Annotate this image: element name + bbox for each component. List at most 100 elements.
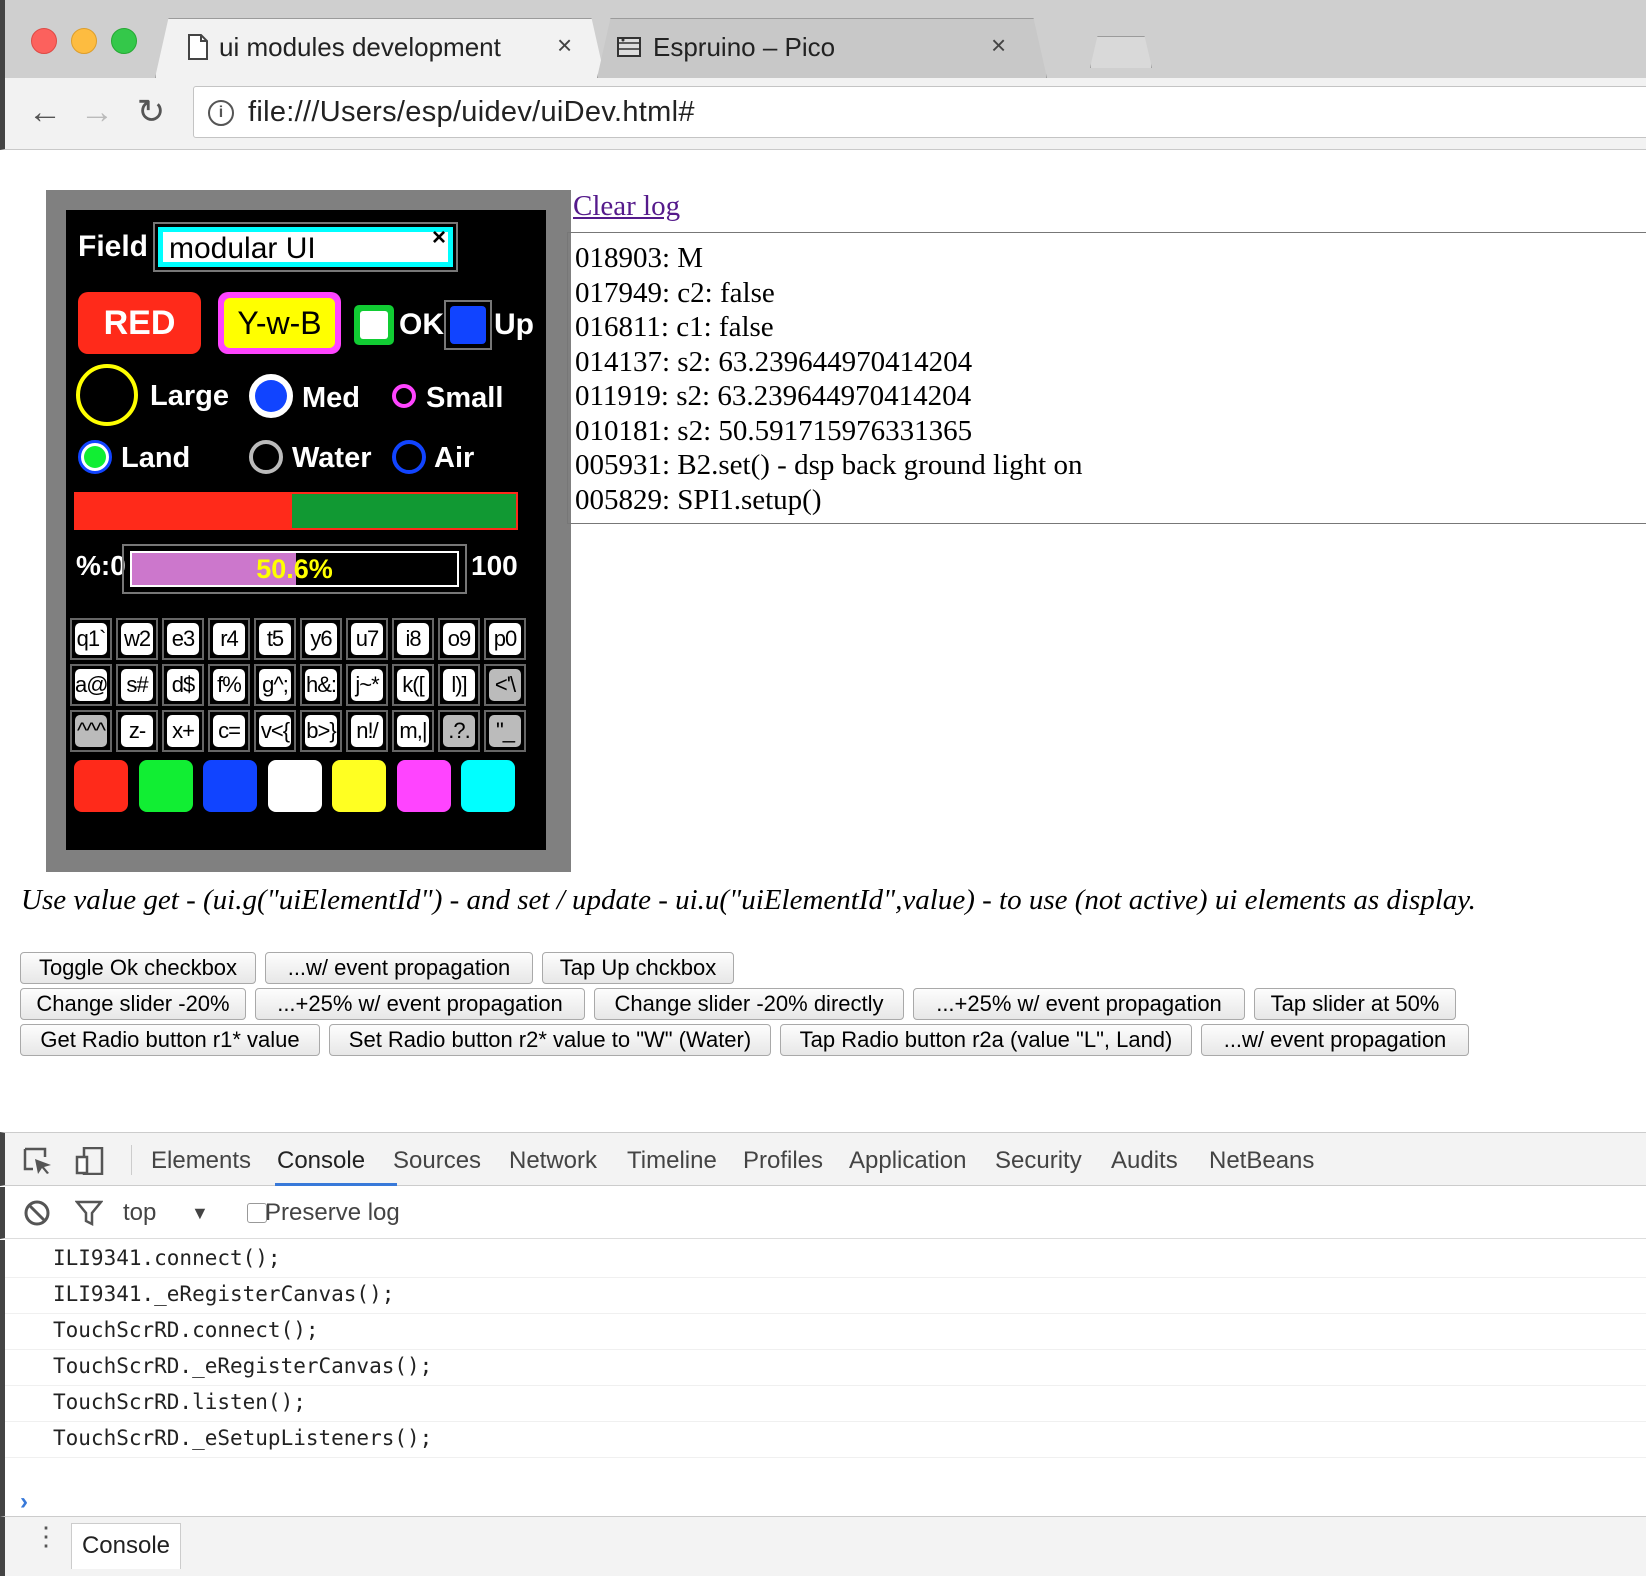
radio-small[interactable]	[392, 384, 416, 408]
up-checkbox[interactable]	[444, 300, 492, 350]
action-button[interactable]: ...w/ event propagation	[265, 952, 533, 984]
context-selector[interactable]: top	[123, 1199, 156, 1227]
address-bar[interactable]: i file:///Users/esp/uidev/uiDev.html#	[193, 86, 1646, 138]
url-text[interactable]: file:///Users/esp/uidev/uiDev.html#	[248, 96, 695, 129]
reload-icon[interactable]: ↻	[129, 90, 173, 134]
key[interactable]: y6	[300, 618, 342, 660]
ok-checkbox[interactable]	[354, 305, 394, 345]
slider[interactable]	[74, 492, 518, 530]
radio-med[interactable]	[249, 374, 293, 418]
color-swatch[interactable]	[332, 760, 386, 812]
tab-close-icon[interactable]: ×	[991, 30, 1006, 61]
key[interactable]: s#	[116, 664, 158, 706]
key[interactable]: o9	[438, 618, 480, 660]
red-button[interactable]: RED	[78, 292, 201, 354]
devtools-tab-sources[interactable]: Sources	[393, 1147, 481, 1175]
action-button[interactable]: Get Radio button r1* value	[20, 1024, 320, 1056]
key[interactable]: k([	[392, 664, 434, 706]
chevron-down-icon[interactable]: ▼	[191, 1203, 209, 1224]
key[interactable]: <'\	[484, 664, 526, 706]
new-tab-button[interactable]	[1090, 36, 1152, 68]
browser-tab-espruino[interactable]: Espruino – Pico ×	[597, 18, 1047, 78]
key[interactable]: ^^^	[70, 710, 112, 752]
devtools-tab-audits[interactable]: Audits	[1111, 1147, 1178, 1175]
action-button[interactable]: Toggle Ok checkbox	[20, 952, 256, 984]
maximize-window-button[interactable]	[111, 28, 137, 54]
key[interactable]: p0	[484, 618, 526, 660]
key[interactable]: a@	[70, 664, 112, 706]
back-arrow-icon[interactable]: ←	[23, 90, 67, 134]
close-window-button[interactable]	[31, 28, 57, 54]
action-button[interactable]: ...+25% w/ event propagation	[255, 988, 585, 1020]
key[interactable]: d$	[162, 664, 204, 706]
tab-close-icon[interactable]: ×	[557, 30, 572, 61]
info-icon[interactable]: i	[208, 100, 234, 126]
ywb-button[interactable]: Y-w-B	[218, 292, 341, 354]
color-swatch[interactable]	[267, 760, 322, 812]
devtools-tab-network[interactable]: Network	[509, 1147, 597, 1175]
key[interactable]: c=	[208, 710, 250, 752]
key[interactable]: t5	[254, 618, 296, 660]
devtools-tab-elements[interactable]: Elements	[151, 1147, 251, 1175]
clear-log-link[interactable]: Clear log	[573, 190, 680, 223]
preserve-log-checkbox[interactable]	[247, 1203, 267, 1223]
key[interactable]: l)]	[438, 664, 480, 706]
color-swatch[interactable]	[74, 760, 128, 812]
radio-water[interactable]	[249, 440, 283, 474]
devtools-tab-console[interactable]: Console	[277, 1147, 365, 1175]
browser-tab-ui-modules[interactable]: ui modules development ×	[155, 18, 605, 78]
key[interactable]: e3	[162, 618, 204, 660]
key[interactable]: z-	[116, 710, 158, 752]
key[interactable]: u7	[346, 618, 388, 660]
radio-air[interactable]	[392, 440, 426, 474]
devtools-tab-application[interactable]: Application	[849, 1147, 966, 1175]
key[interactable]: m,|	[392, 710, 434, 752]
console-prompt-icon[interactable]: ›	[20, 1488, 28, 1516]
color-swatch[interactable]	[461, 760, 515, 812]
key[interactable]: n!/	[346, 710, 388, 752]
drawer-tab-console[interactable]: Console	[71, 1523, 181, 1569]
radio-land[interactable]	[78, 440, 112, 474]
device-screen[interactable]: Field modular UI × RED Y-w-B OK Up Large…	[66, 210, 546, 850]
color-swatch[interactable]	[203, 760, 257, 812]
color-swatch[interactable]	[396, 760, 451, 812]
radio-large[interactable]	[76, 364, 138, 426]
devtools-tab-profiles[interactable]: Profiles	[743, 1147, 823, 1175]
action-button[interactable]: Tap Up chckbox	[542, 952, 734, 984]
device-toolbar-icon[interactable]	[75, 1147, 105, 1175]
color-swatch[interactable]	[138, 760, 193, 812]
percent-bar[interactable]: 50.6%	[122, 544, 467, 594]
field-value[interactable]: modular UI	[169, 232, 316, 266]
key[interactable]: "_	[484, 710, 526, 752]
clear-icon[interactable]: ×	[432, 224, 446, 252]
key[interactable]: j~*	[346, 664, 388, 706]
clear-console-icon[interactable]	[23, 1199, 51, 1227]
forward-arrow-icon[interactable]: →	[75, 90, 119, 134]
action-button[interactable]: ...+25% w/ event propagation	[913, 988, 1245, 1020]
key[interactable]: q1`	[70, 618, 112, 660]
key[interactable]: w2	[116, 618, 158, 660]
key[interactable]: x+	[162, 710, 204, 752]
devtools-tab-security[interactable]: Security	[995, 1147, 1082, 1175]
action-button[interactable]: Set Radio button r2* value to "W" (Water…	[329, 1024, 771, 1056]
devtools-tab-netbeans[interactable]: NetBeans	[1209, 1147, 1314, 1175]
key[interactable]: h&:	[300, 664, 342, 706]
action-button[interactable]: Tap Radio button r2a (value "L", Land)	[780, 1024, 1192, 1056]
action-button[interactable]: ...w/ event propagation	[1201, 1024, 1469, 1056]
minimize-window-button[interactable]	[71, 28, 97, 54]
text-field[interactable]: modular UI ×	[153, 222, 458, 272]
key[interactable]: v<{	[254, 710, 296, 752]
action-button[interactable]: Change slider -20% directly	[594, 988, 904, 1020]
filter-icon[interactable]	[75, 1199, 103, 1227]
key[interactable]: g^;	[254, 664, 296, 706]
key[interactable]: r4	[208, 618, 250, 660]
key[interactable]: .?.	[438, 710, 480, 752]
drawer-menu-icon[interactable]: ⋮	[33, 1523, 59, 1549]
key[interactable]: i8	[392, 618, 434, 660]
devtools-tab-timeline[interactable]: Timeline	[627, 1147, 717, 1175]
inspect-element-icon[interactable]	[23, 1147, 53, 1175]
action-button[interactable]: Tap slider at 50%	[1254, 988, 1456, 1020]
key[interactable]: b>}	[300, 710, 342, 752]
action-button[interactable]: Change slider -20%	[20, 988, 246, 1020]
key[interactable]: f%	[208, 664, 250, 706]
